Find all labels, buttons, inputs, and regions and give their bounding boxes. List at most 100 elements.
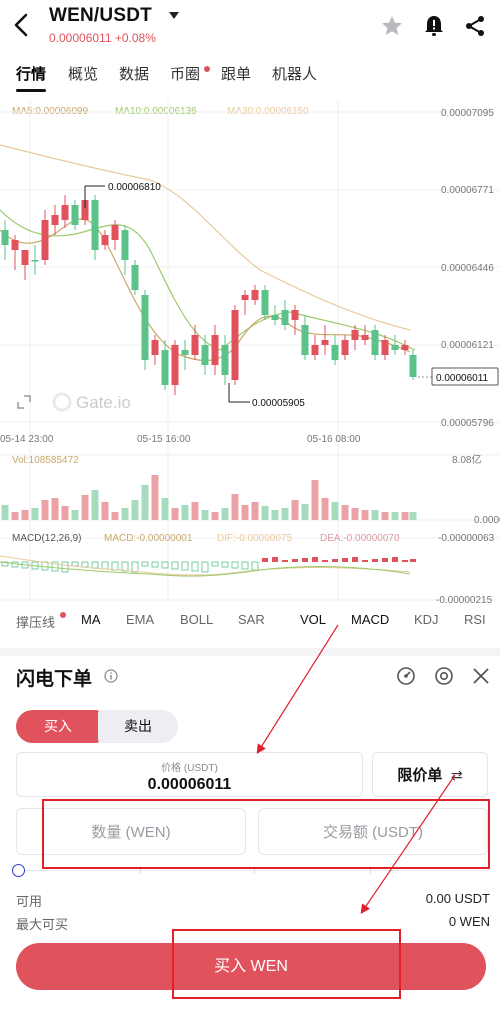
macd-bar xyxy=(11,561,19,568)
tab-overview[interactable]: 概览 xyxy=(68,63,98,84)
macd-bar xyxy=(151,561,159,568)
indicator-ma[interactable]: MA xyxy=(81,612,101,627)
candle-body xyxy=(181,350,189,355)
candle-body xyxy=(161,350,169,385)
indicator-boll[interactable]: BOLL xyxy=(180,612,213,627)
gauge-icon[interactable] xyxy=(396,666,416,686)
macd-bar xyxy=(332,559,338,562)
candle-body xyxy=(191,335,199,355)
candle-body xyxy=(111,225,119,240)
amount-field[interactable]: 交易额 (USDT) xyxy=(258,808,488,855)
macd-bar xyxy=(292,559,298,562)
candle-body xyxy=(141,295,149,360)
candle-body xyxy=(101,235,109,245)
macd-bar xyxy=(402,560,408,562)
indicator-kdj[interactable]: KDJ xyxy=(414,612,439,627)
y-tick: 0.00006121 xyxy=(441,340,494,351)
candle-body xyxy=(231,310,239,380)
close-icon[interactable] xyxy=(472,667,490,685)
macd-bar xyxy=(101,561,109,570)
volume-bar xyxy=(271,510,279,520)
price-field[interactable]: 价格 (USDT) 0.00006011 xyxy=(16,752,363,797)
indicator-ema[interactable]: EMA xyxy=(126,612,154,627)
x-tick: 05-14 23:00 xyxy=(0,434,54,445)
volume-bar xyxy=(391,512,399,520)
tab-copy-trade[interactable]: 跟单 xyxy=(221,63,251,84)
kline-chart[interactable]: Gate.io 0.00006810 0.00005905 0.00006011… xyxy=(0,100,500,610)
volume-bar xyxy=(131,500,139,520)
indicator-rsi[interactable]: RSI xyxy=(464,612,486,627)
volume-bar xyxy=(191,502,199,520)
slider-tick xyxy=(254,866,255,874)
volume-bar xyxy=(71,510,79,520)
candles-group xyxy=(1,190,417,395)
volume-bar xyxy=(51,498,59,520)
macd-bar xyxy=(201,561,209,573)
amount-slider-handle[interactable] xyxy=(12,864,25,877)
macd-bar xyxy=(362,560,368,562)
macd-bar xyxy=(410,559,416,562)
amount-slider-track[interactable] xyxy=(18,870,488,871)
candle-body xyxy=(331,345,339,360)
volume-bar xyxy=(331,502,339,520)
info-icon[interactable] xyxy=(104,669,118,683)
indicator-sar[interactable]: SAR xyxy=(238,612,265,627)
submit-buy-button[interactable]: 买入 WEN xyxy=(16,943,486,990)
price-value[interactable]: 0.00006011 xyxy=(17,776,362,794)
candle-body xyxy=(409,355,417,377)
chevron-down-icon[interactable] xyxy=(169,12,179,19)
volume-bar xyxy=(91,490,99,520)
tab-circle[interactable]: 币圈 xyxy=(170,63,200,84)
last-price: 0.00006011 xyxy=(436,373,489,384)
indicator-macd[interactable]: MACD xyxy=(351,612,389,627)
volume-bar xyxy=(201,510,209,520)
tab-data[interactable]: 数据 xyxy=(119,63,149,84)
macd-bar xyxy=(382,558,388,562)
sell-tab[interactable]: 卖出 xyxy=(98,710,178,743)
fullscreen-icon[interactable] xyxy=(17,395,31,409)
candle-body xyxy=(51,215,59,225)
quantity-placeholder: 数量 (WEN) xyxy=(91,824,171,841)
order-type-select[interactable]: 限价单 ⇄ xyxy=(372,752,488,797)
candle-body xyxy=(321,340,329,345)
candle-body xyxy=(351,330,359,340)
x-tick: 05-15 16:00 xyxy=(137,434,191,445)
tab-market[interactable]: 行情 xyxy=(16,63,46,84)
back-icon[interactable] xyxy=(10,12,34,38)
candle-body xyxy=(391,345,399,350)
indicator-vol[interactable]: VOL xyxy=(300,612,326,627)
macd-bar xyxy=(231,561,239,569)
buy-tab[interactable]: 买入 xyxy=(16,710,100,743)
tab-bots[interactable]: 机器人 xyxy=(272,63,317,84)
volume-bar xyxy=(231,494,239,520)
star-icon[interactable] xyxy=(380,14,404,38)
swap-icon: ⇄ xyxy=(450,767,463,783)
pair-title[interactable]: WEN/USDT xyxy=(49,5,152,27)
alert-bell-icon[interactable] xyxy=(422,14,446,38)
candle-body xyxy=(11,240,19,250)
candle-body xyxy=(41,220,49,260)
volume-bar xyxy=(321,498,329,520)
macd-bar xyxy=(392,557,398,562)
candle-body xyxy=(261,290,269,315)
high-label: 0.00006810 xyxy=(108,182,161,193)
volume-bar xyxy=(141,485,149,520)
indicator-support[interactable]: 撑压线 xyxy=(16,612,55,631)
macd-bottom: -0.00000215 xyxy=(436,595,493,606)
volume-bar xyxy=(31,508,39,520)
candle-body xyxy=(401,345,409,350)
macd-bar xyxy=(302,558,308,562)
share-icon[interactable] xyxy=(463,14,487,38)
dea-value: DEA:-0.00000070 xyxy=(320,533,400,544)
available-label: 可用 xyxy=(16,894,43,909)
volume-bar xyxy=(121,508,129,520)
volume-bar xyxy=(361,510,369,520)
settings-icon[interactable] xyxy=(434,666,454,686)
price-change: 0.00006011 +0.08% xyxy=(49,31,156,45)
y-tick: 0.00006771 xyxy=(441,185,494,196)
macd-bar xyxy=(372,559,378,562)
quantity-field[interactable]: 数量 (WEN) xyxy=(16,808,246,855)
candle-body xyxy=(131,265,139,290)
candle-body xyxy=(151,340,159,355)
candle-body xyxy=(91,200,99,250)
